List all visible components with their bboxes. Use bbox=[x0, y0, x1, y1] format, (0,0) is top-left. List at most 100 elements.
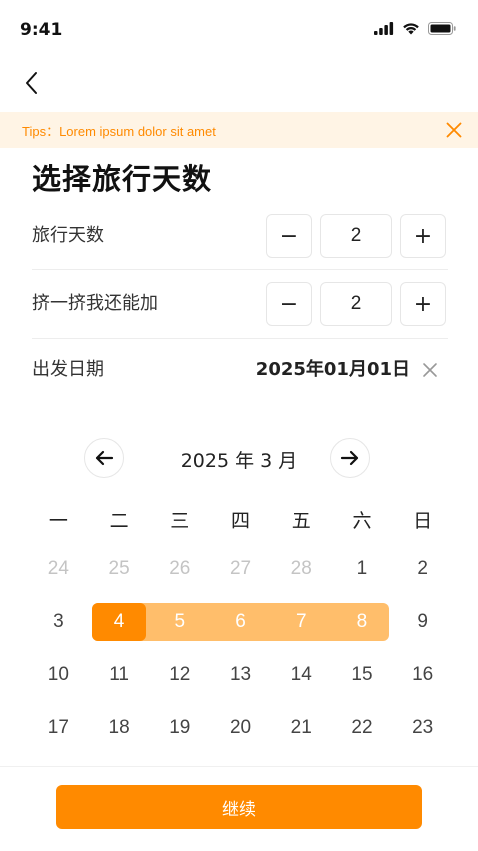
travel-days-value[interactable]: 2 bbox=[320, 214, 392, 258]
calendar-day-number: 15 bbox=[351, 664, 373, 685]
calendar-day-number: 27 bbox=[229, 558, 252, 579]
travel-days-row: 旅行天数 − 2 + bbox=[32, 202, 448, 270]
calendar-day[interactable]: 23 bbox=[392, 705, 453, 751]
calendar-day[interactable]: 13 bbox=[210, 652, 271, 698]
calendar-day-number: 11 bbox=[109, 664, 129, 685]
calendar-day-number: 16 bbox=[412, 664, 434, 685]
calendar-day[interactable]: 28 bbox=[271, 546, 332, 592]
extra-days-stepper: − 2 + bbox=[266, 282, 446, 326]
weekday-label: 六 bbox=[352, 510, 372, 532]
calendar-day-in-range[interactable]: 6 bbox=[210, 599, 271, 645]
calendar-day[interactable]: 19 bbox=[149, 705, 210, 751]
extra-days-label: 挤一挤我还能加 bbox=[32, 293, 158, 314]
calendar-day-number: 10 bbox=[47, 664, 69, 685]
weekday-label: 四 bbox=[231, 510, 251, 532]
calendar-day[interactable]: 3 bbox=[28, 599, 89, 645]
calendar-day-number: 18 bbox=[108, 717, 130, 738]
calendar-header: 2025 年 3 月 bbox=[0, 436, 478, 482]
calendar-day[interactable]: 27 bbox=[210, 546, 271, 592]
status-time: 9:41 bbox=[20, 20, 63, 40]
calendar-day-number: 23 bbox=[412, 717, 434, 738]
calendar-day-number: 21 bbox=[290, 717, 312, 738]
departure-date-value[interactable]: 2025年01月01日 bbox=[256, 336, 410, 404]
close-icon bbox=[446, 122, 462, 138]
calendar-day-number: 4 bbox=[113, 611, 125, 632]
calendar-day-number: 3 bbox=[53, 611, 64, 632]
travel-days-increment-button[interactable]: + bbox=[400, 214, 446, 258]
calendar-day[interactable]: 16 bbox=[392, 652, 453, 698]
extra-days-value[interactable]: 2 bbox=[320, 282, 392, 326]
weekday-header: 一 二 三 四 五 六 日 bbox=[28, 506, 453, 533]
tips-close-button[interactable] bbox=[442, 118, 466, 142]
calendar-day-number: 12 bbox=[169, 664, 191, 685]
calendar-day[interactable]: 22 bbox=[332, 705, 393, 751]
calendar-day-number: 2 bbox=[417, 558, 428, 579]
extra-days-decrement-button[interactable]: − bbox=[266, 282, 312, 326]
calendar-day[interactable]: 20 bbox=[210, 705, 271, 751]
calendar-day-number: 20 bbox=[229, 717, 252, 738]
travel-days-label: 旅行天数 bbox=[32, 225, 104, 246]
close-icon bbox=[423, 363, 437, 377]
calendar-week-row: 24 25 26 27 28 1 2 bbox=[28, 546, 453, 592]
calendar-day-number: 24 bbox=[47, 558, 69, 579]
calendar-day[interactable]: 9 bbox=[392, 599, 453, 645]
calendar-day-in-range[interactable]: 7 bbox=[271, 599, 332, 645]
calendar-day[interactable]: 18 bbox=[89, 705, 150, 751]
calendar-day[interactable]: 15 bbox=[332, 652, 393, 698]
calendar-day-number: 13 bbox=[229, 664, 252, 685]
calendar-day-number: 19 bbox=[169, 717, 191, 738]
weekday-label: 日 bbox=[413, 510, 433, 532]
calendar-day[interactable]: 12 bbox=[149, 652, 210, 698]
calendar-day-number: 17 bbox=[47, 717, 69, 738]
calendar-day[interactable]: 26 bbox=[149, 546, 210, 592]
wifi-icon bbox=[403, 23, 419, 35]
next-month-button[interactable] bbox=[330, 438, 370, 478]
weekday-label: 二 bbox=[109, 510, 129, 532]
calendar-day-in-range[interactable]: 5 bbox=[149, 599, 210, 645]
calendar-day[interactable]: 14 bbox=[271, 652, 332, 698]
calendar-day-selected-start[interactable]: 4 bbox=[89, 599, 150, 645]
departure-date-label: 出发日期 bbox=[32, 359, 104, 380]
status-icons bbox=[374, 22, 456, 35]
calendar-day[interactable]: 25 bbox=[89, 546, 150, 592]
calendar-day-number: 28 bbox=[290, 558, 312, 579]
clear-date-button[interactable] bbox=[418, 358, 442, 382]
departure-date-row[interactable]: 出发日期 2025年01月01日 bbox=[32, 336, 448, 404]
calendar-day[interactable]: 17 bbox=[28, 705, 89, 751]
weekday-label: 五 bbox=[291, 510, 311, 532]
back-button[interactable] bbox=[16, 68, 46, 98]
calendar-day-number: 5 bbox=[174, 611, 186, 632]
calendar-day-number: 9 bbox=[417, 611, 428, 632]
battery-icon bbox=[428, 22, 456, 35]
continue-button[interactable]: 继续 bbox=[56, 785, 422, 829]
calendar-week-row: 10 11 12 13 14 15 16 bbox=[28, 652, 453, 698]
extra-days-increment-button[interactable]: + bbox=[400, 282, 446, 326]
calendar-day-number: 6 bbox=[235, 611, 246, 632]
calendar-day-number: 22 bbox=[351, 717, 373, 738]
calendar-day[interactable]: 1 bbox=[332, 546, 393, 592]
month-label: 2025 年 3 月 bbox=[180, 450, 298, 472]
calendar-day-number: 26 bbox=[169, 558, 191, 579]
bottom-bar: 继续 bbox=[0, 766, 478, 851]
calendar-day-number: 1 bbox=[356, 558, 368, 579]
calendar-day[interactable]: 21 bbox=[271, 705, 332, 751]
weekday-label: 一 bbox=[48, 510, 68, 532]
calendar-day-in-range[interactable]: 8 bbox=[332, 599, 393, 645]
travel-days-decrement-button[interactable]: − bbox=[266, 214, 312, 258]
calendar-day[interactable]: 11 bbox=[89, 652, 150, 698]
chevron-left-icon bbox=[26, 72, 37, 94]
calendar-day[interactable]: 24 bbox=[28, 546, 89, 592]
arrow-right-icon bbox=[340, 450, 359, 466]
status-bar: 9:41 bbox=[0, 0, 478, 60]
calendar-day[interactable]: 10 bbox=[28, 652, 89, 698]
calendar-day-number: 7 bbox=[295, 611, 307, 632]
cellular-signal-icon bbox=[374, 22, 394, 35]
tips-text: Tips：Lorem ipsum dolor sit amet bbox=[22, 123, 216, 139]
calendar-day-number: 8 bbox=[356, 611, 368, 632]
calendar-day-number: 25 bbox=[108, 558, 130, 579]
travel-days-stepper: − 2 + bbox=[266, 214, 446, 258]
calendar-day[interactable]: 2 bbox=[392, 546, 453, 592]
extra-days-row: 挤一挤我还能加 − 2 + bbox=[32, 270, 448, 338]
calendar-week-row: 3 4 5 6 7 8 9 bbox=[28, 599, 453, 645]
calendar-day-number: 14 bbox=[290, 664, 312, 685]
